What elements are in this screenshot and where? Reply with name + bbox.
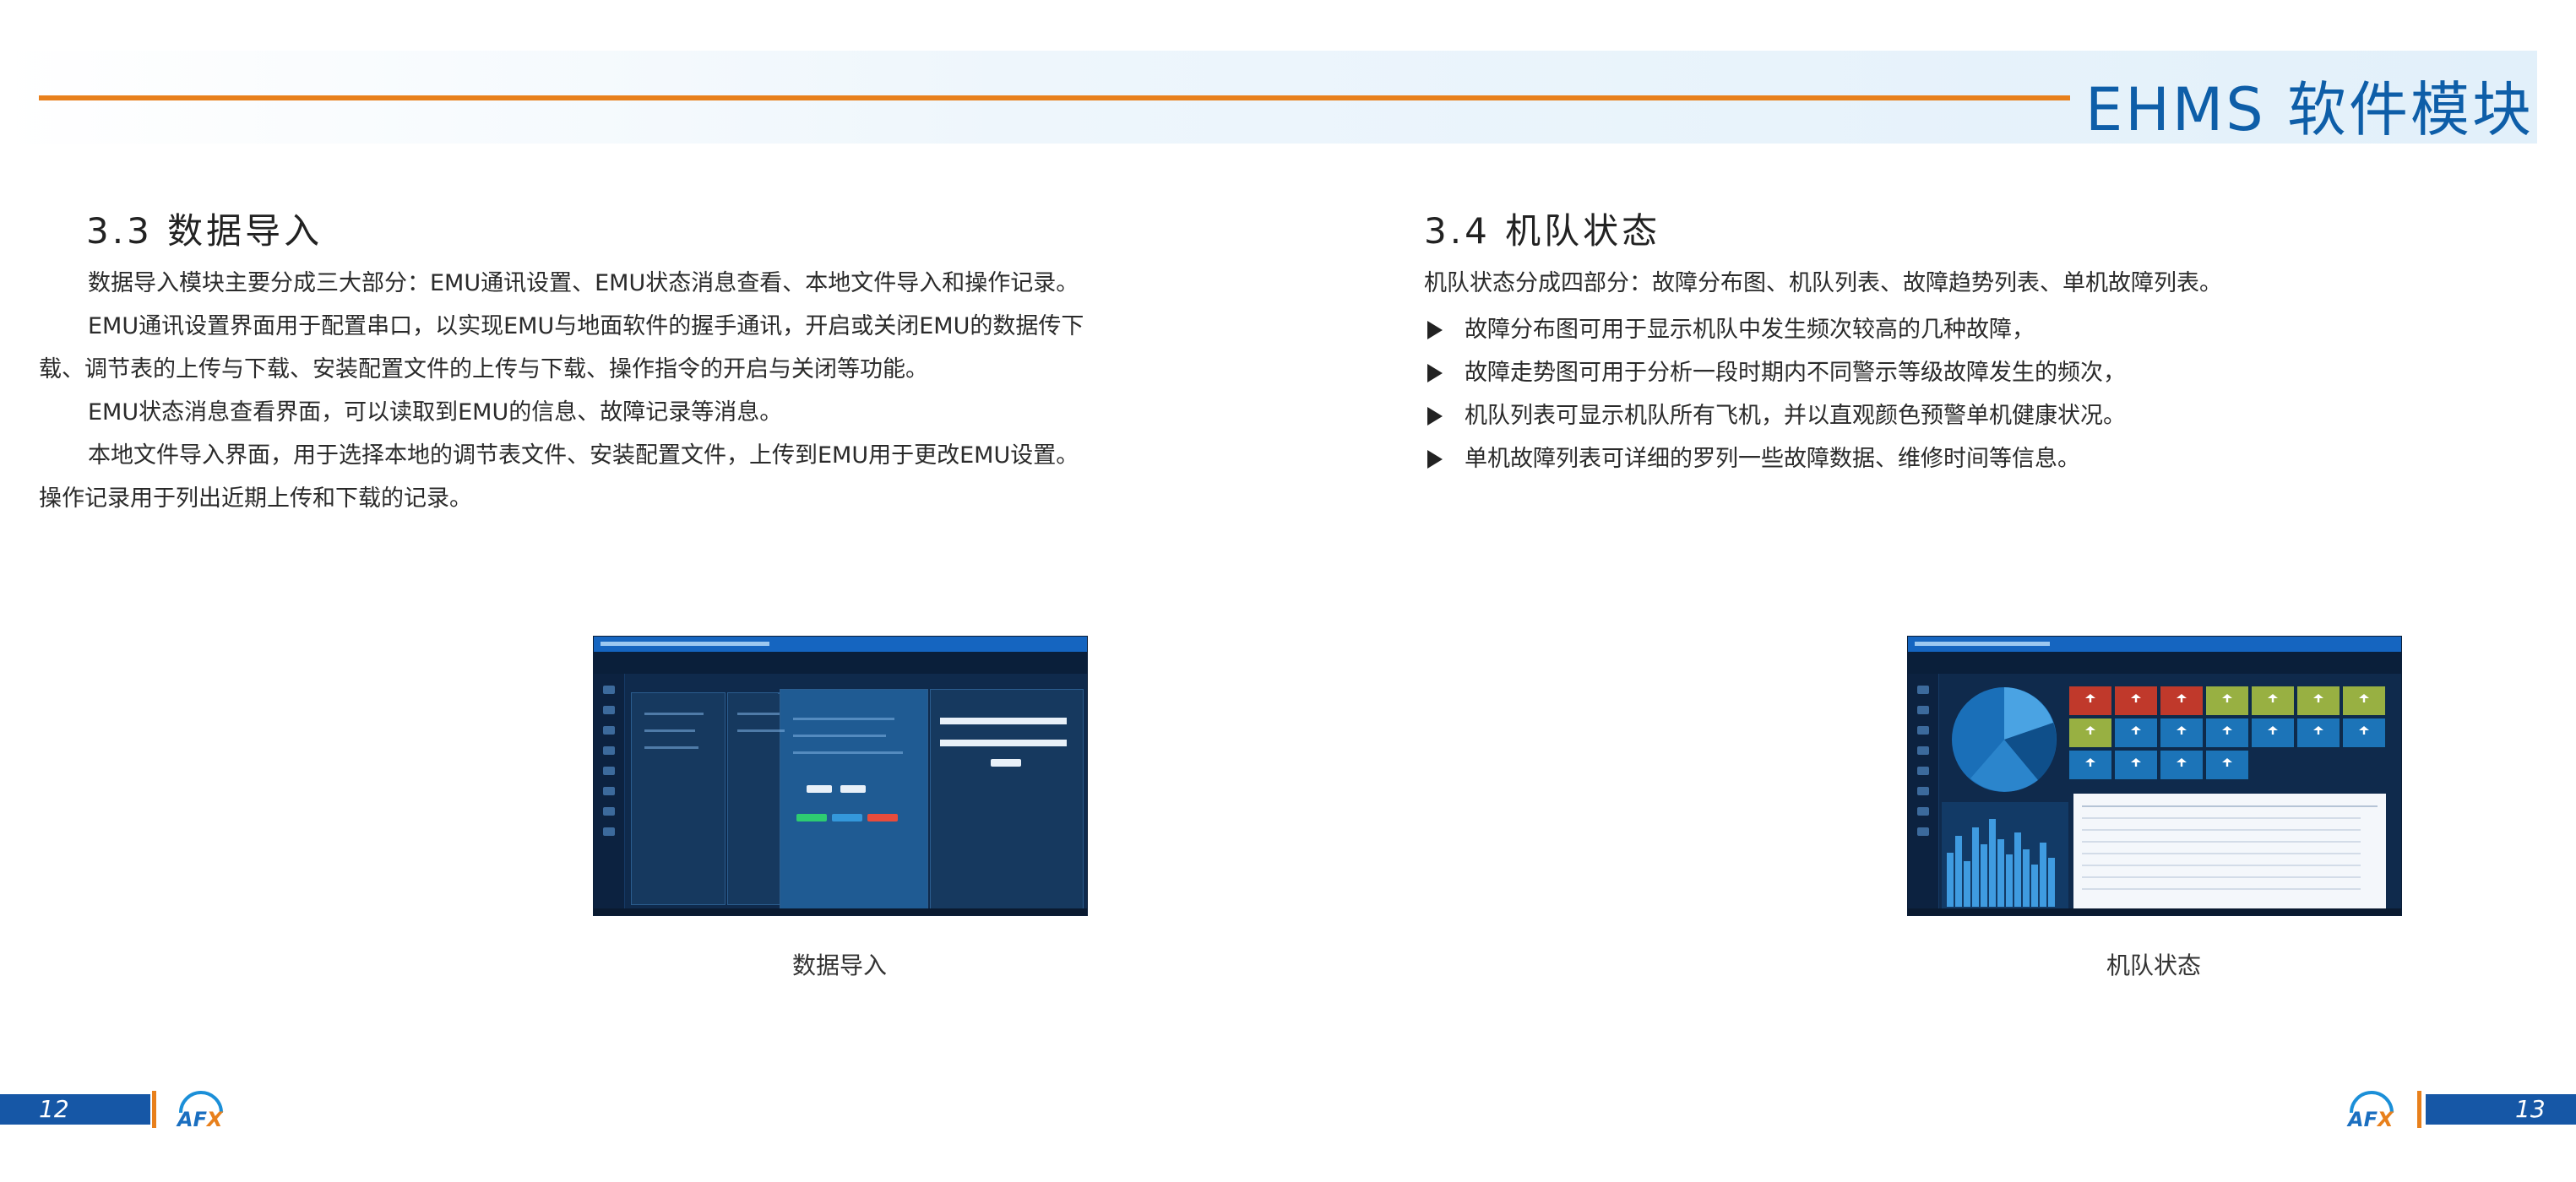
afx-logo-icon: AFX (176, 1091, 224, 1130)
bullet-arrow-icon (1427, 449, 1443, 469)
list-item: 单机故障列表可详细的罗列一些故障数据、维修时间等信息。 (1424, 437, 2126, 480)
page-number: 12 (39, 1095, 69, 1123)
bullet-arrow-icon (1427, 363, 1443, 382)
svg-text:AFX: AFX (2346, 1108, 2394, 1130)
paragraph: 机队状态分成四部分：故障分布图、机队列表、故障趋势列表、单机故障列表。 (1424, 270, 2222, 296)
paragraph: 操作记录用于列出近期上传和下载的记录。 (39, 485, 472, 512)
bullet-arrow-icon (1427, 406, 1443, 426)
afx-logo-icon: AFX (2346, 1091, 2394, 1130)
header-title: EHMS 软件模块 (2085, 75, 2534, 144)
caption-fleet-status: 机队状态 (2106, 952, 2202, 979)
list-item: 机队列表可显示机队所有飞机，并以直观颜色预警单机健康状况。 (1424, 394, 2126, 437)
header-rule (39, 95, 2070, 100)
bullet-arrow-icon (1427, 320, 1443, 339)
page-number-box: 13 (2426, 1094, 2576, 1125)
paragraph: 载、调节表的上传与下载、安装配置文件的上传与下载、操作指令的开启与关闭等功能。 (39, 356, 928, 382)
caption-data-import: 数据导入 (792, 952, 888, 979)
bullet-list: 故障分布图可用于显示机队中发生频次较高的几种故障， 故障走势图可用于分析一段时期… (1424, 308, 2126, 480)
page-number-box: 12 (0, 1094, 150, 1125)
footer-divider (152, 1091, 156, 1128)
footer-divider (2417, 1091, 2421, 1128)
paragraph: EMU状态消息查看界面，可以读取到EMU的信息、故障记录等消息。 (88, 399, 783, 426)
paragraph: 数据导入模块主要分成三大部分：EMU通讯设置、EMU状态消息查看、本地文件导入和… (88, 270, 1079, 296)
paragraph: 本地文件导入界面，用于选择本地的调节表文件、安装配置文件，上传到EMU用于更改E… (88, 442, 1079, 469)
section-title-fleet-status: 3.4 机队状态 (1424, 210, 1661, 252)
paragraph: EMU通讯设置界面用于配置串口，以实现EMU与地面软件的握手通讯，开启或关闭EM… (88, 313, 1084, 339)
data-import-screenshot (593, 636, 1088, 916)
fleet-status-screenshot (1907, 636, 2402, 916)
section-title-data-import: 3.3 数据导入 (86, 210, 323, 252)
list-item: 故障分布图可用于显示机队中发生频次较高的几种故障， (1424, 308, 2126, 351)
list-item: 故障走势图可用于分析一段时期内不同警示等级故障发生的频次， (1424, 351, 2126, 394)
page-number: 13 (2515, 1095, 2546, 1123)
svg-text:AFX: AFX (176, 1108, 224, 1130)
